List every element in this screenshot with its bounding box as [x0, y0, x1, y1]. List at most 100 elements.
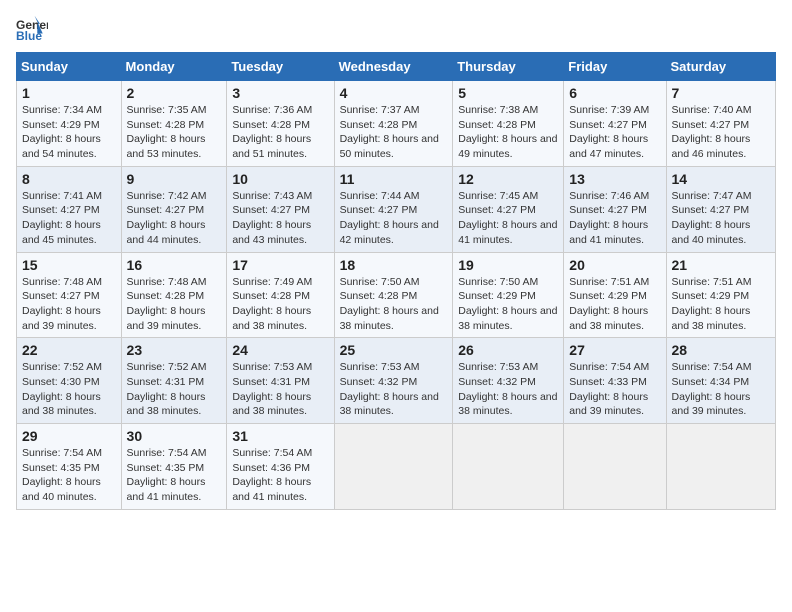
day-number: 4: [340, 85, 448, 101]
calendar-cell: 19Sunrise: 7:50 AMSunset: 4:29 PMDayligh…: [453, 252, 564, 338]
day-detail: Sunrise: 7:34 AMSunset: 4:29 PMDaylight:…: [22, 103, 116, 162]
calendar-cell: 28Sunrise: 7:54 AMSunset: 4:34 PMDayligh…: [666, 338, 775, 424]
calendar-cell: 2Sunrise: 7:35 AMSunset: 4:28 PMDaylight…: [121, 81, 227, 167]
day-number: 25: [340, 342, 448, 358]
day-number: 2: [127, 85, 222, 101]
calendar-week-row: 29 Sunrise: 7:54 AMSunset: 4:35 PMDayligh…: [17, 424, 776, 510]
day-detail: Sunrise: 7:53 AMSunset: 4:31 PMDaylight:…: [232, 360, 328, 419]
day-detail: Sunrise: 7:53 AMSunset: 4:32 PMDaylight:…: [340, 360, 448, 419]
day-number: 8: [22, 171, 116, 187]
day-detail: Sunrise: 7:46 AMSunset: 4:27 PMDaylight:…: [569, 189, 660, 248]
calendar-cell: 4 Sunrise: 7:37 AMSunset: 4:28 PMDaylight…: [334, 81, 453, 167]
calendar-cell: 20 Sunrise: 7:51 AMSunset: 4:29 PMDayligh…: [564, 252, 666, 338]
day-detail: Sunrise: 7:37 AMSunset: 4:28 PMDaylight:…: [340, 103, 448, 162]
day-number: 29: [22, 428, 116, 444]
calendar-cell: 16 Sunrise: 7:48 AMSunset: 4:28 PMDayligh…: [121, 252, 227, 338]
day-detail: Sunrise: 7:44 AMSunset: 4:27 PMDaylight:…: [340, 189, 448, 248]
day-number: 21: [672, 257, 770, 273]
day-number: 18: [340, 257, 448, 273]
calendar-cell: 5 Sunrise: 7:38 AMSunset: 4:28 PMDaylight…: [453, 81, 564, 167]
day-number: 3: [232, 85, 328, 101]
day-number: 23: [127, 342, 222, 358]
day-detail: Sunrise: 7:38 AMSunset: 4:28 PMDaylight:…: [458, 103, 558, 162]
calendar-cell: [564, 424, 666, 510]
day-number: 27: [569, 342, 660, 358]
day-detail: Sunrise: 7:52 AMSunset: 4:30 PMDaylight:…: [22, 360, 116, 419]
day-of-week-thursday: Thursday: [453, 53, 564, 81]
day-number: 9: [127, 171, 222, 187]
day-detail: Sunrise: 7:51 AMSunset: 4:29 PMDaylight:…: [672, 275, 770, 334]
calendar-header: General Blue: [16, 16, 776, 44]
day-of-week-saturday: Saturday: [666, 53, 775, 81]
calendar-cell: 7Sunrise: 7:40 AMSunset: 4:27 PMDaylight…: [666, 81, 775, 167]
day-detail: Sunrise: 7:42 AMSunset: 4:27 PMDaylight:…: [127, 189, 222, 248]
day-detail: Sunrise: 7:39 AMSunset: 4:27 PMDaylight:…: [569, 103, 660, 162]
day-of-week-sunday: Sunday: [17, 53, 122, 81]
calendar-cell: 1Sunrise: 7:34 AMSunset: 4:29 PMDaylight…: [17, 81, 122, 167]
day-number: 28: [672, 342, 770, 358]
day-number: 14: [672, 171, 770, 187]
calendar-cell: 6 Sunrise: 7:39 AMSunset: 4:27 PMDaylight…: [564, 81, 666, 167]
day-number: 31: [232, 428, 328, 444]
logo-icon: General Blue: [16, 16, 48, 44]
day-detail: Sunrise: 7:45 AMSunset: 4:27 PMDaylight:…: [458, 189, 558, 248]
day-detail: Sunrise: 7:49 AMSunset: 4:28 PMDaylight:…: [232, 275, 328, 334]
day-detail: Sunrise: 7:48 AMSunset: 4:28 PMDaylight:…: [127, 275, 222, 334]
day-number: 12: [458, 171, 558, 187]
day-detail: Sunrise: 7:53 AMSunset: 4:32 PMDaylight:…: [458, 360, 558, 419]
calendar-cell: 3 Sunrise: 7:36 AMSunset: 4:28 PMDaylight…: [227, 81, 334, 167]
day-detail: Sunrise: 7:54 AMSunset: 4:35 PMDaylight:…: [22, 446, 116, 505]
day-of-week-monday: Monday: [121, 53, 227, 81]
day-detail: Sunrise: 7:41 AMSunset: 4:27 PMDaylight:…: [22, 189, 116, 248]
day-number: 15: [22, 257, 116, 273]
calendar-week-row: 8 Sunrise: 7:41 AMSunset: 4:27 PMDaylight…: [17, 166, 776, 252]
day-number: 11: [340, 171, 448, 187]
calendar-cell: 29 Sunrise: 7:54 AMSunset: 4:35 PMDayligh…: [17, 424, 122, 510]
day-detail: Sunrise: 7:51 AMSunset: 4:29 PMDaylight:…: [569, 275, 660, 334]
calendar-table: SundayMondayTuesdayWednesdayThursdayFrid…: [16, 52, 776, 510]
day-number: 10: [232, 171, 328, 187]
day-of-week-wednesday: Wednesday: [334, 53, 453, 81]
calendar-cell: 11 Sunrise: 7:44 AMSunset: 4:27 PMDayligh…: [334, 166, 453, 252]
calendar-cell: 24 Sunrise: 7:53 AMSunset: 4:31 PMDayligh…: [227, 338, 334, 424]
day-number: 7: [672, 85, 770, 101]
day-number: 16: [127, 257, 222, 273]
day-number: 24: [232, 342, 328, 358]
calendar-cell: 31 Sunrise: 7:54 AMSunset: 4:36 PMDayligh…: [227, 424, 334, 510]
calendar-cell: 8 Sunrise: 7:41 AMSunset: 4:27 PMDaylight…: [17, 166, 122, 252]
day-detail: Sunrise: 7:54 AMSunset: 4:35 PMDaylight:…: [127, 446, 222, 505]
calendar-cell: [334, 424, 453, 510]
day-number: 22: [22, 342, 116, 358]
calendar-cell: 9 Sunrise: 7:42 AMSunset: 4:27 PMDaylight…: [121, 166, 227, 252]
day-detail: Sunrise: 7:47 AMSunset: 4:27 PMDaylight:…: [672, 189, 770, 248]
day-detail: Sunrise: 7:50 AMSunset: 4:28 PMDaylight:…: [340, 275, 448, 334]
calendar-cell: 13 Sunrise: 7:46 AMSunset: 4:27 PMDayligh…: [564, 166, 666, 252]
calendar-cell: 15 Sunrise: 7:48 AMSunset: 4:27 PMDayligh…: [17, 252, 122, 338]
day-number: 17: [232, 257, 328, 273]
day-number: 26: [458, 342, 558, 358]
calendar-cell: 21 Sunrise: 7:51 AMSunset: 4:29 PMDayligh…: [666, 252, 775, 338]
calendar-cell: 26 Sunrise: 7:53 AMSunset: 4:32 PMDayligh…: [453, 338, 564, 424]
day-detail: Sunrise: 7:54 AMSunset: 4:33 PMDaylight:…: [569, 360, 660, 419]
day-detail: Sunrise: 7:54 AMSunset: 4:36 PMDaylight:…: [232, 446, 328, 505]
day-detail: Sunrise: 7:48 AMSunset: 4:27 PMDaylight:…: [22, 275, 116, 334]
day-number: 30: [127, 428, 222, 444]
calendar-cell: 14 Sunrise: 7:47 AMSunset: 4:27 PMDayligh…: [666, 166, 775, 252]
calendar-cell: [453, 424, 564, 510]
day-number: 19: [458, 257, 558, 273]
day-number: 6: [569, 85, 660, 101]
day-detail: Sunrise: 7:52 AMSunset: 4:31 PMDaylight:…: [127, 360, 222, 419]
day-detail: Sunrise: 7:43 AMSunset: 4:27 PMDaylight:…: [232, 189, 328, 248]
day-detail: Sunrise: 7:36 AMSunset: 4:28 PMDaylight:…: [232, 103, 328, 162]
calendar-week-row: 22 Sunrise: 7:52 AMSunset: 4:30 PMDayligh…: [17, 338, 776, 424]
day-number: 5: [458, 85, 558, 101]
day-of-week-friday: Friday: [564, 53, 666, 81]
day-number: 13: [569, 171, 660, 187]
day-number: 20: [569, 257, 660, 273]
calendar-week-row: 1Sunrise: 7:34 AMSunset: 4:29 PMDaylight…: [17, 81, 776, 167]
day-of-week-tuesday: Tuesday: [227, 53, 334, 81]
calendar-cell: 30 Sunrise: 7:54 AMSunset: 4:35 PMDayligh…: [121, 424, 227, 510]
calendar-cell: 18 Sunrise: 7:50 AMSunset: 4:28 PMDayligh…: [334, 252, 453, 338]
calendar-cell: 25 Sunrise: 7:53 AMSunset: 4:32 PMDayligh…: [334, 338, 453, 424]
calendar-cell: 10 Sunrise: 7:43 AMSunset: 4:27 PMDayligh…: [227, 166, 334, 252]
